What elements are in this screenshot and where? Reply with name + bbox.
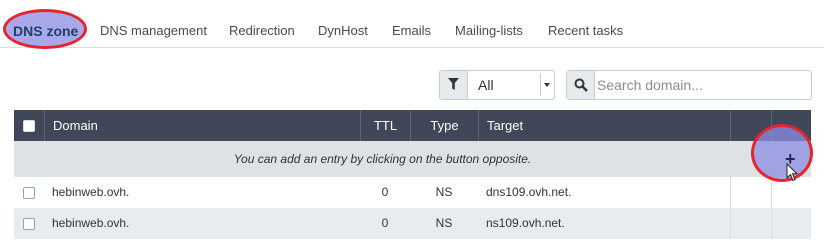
add-entry-hint: You can add an entry by clicking on the … <box>233 152 532 166</box>
tab-label: DNS zone <box>13 23 79 39</box>
tab-dns-management[interactable]: DNS management <box>100 14 207 48</box>
tab-mailing-lists[interactable]: Mailing-lists <box>455 14 523 48</box>
table-row: hebinweb.ovh. 0 NS dns109.ovh.net. <box>14 177 811 208</box>
column-divider <box>730 208 731 239</box>
row-type: NS <box>435 185 453 199</box>
add-button-highlight-circle <box>751 124 813 182</box>
mouse-cursor-icon <box>786 163 798 182</box>
search-box <box>566 70 812 100</box>
filter-selected-value: All <box>478 77 494 93</box>
column-header-domain[interactable]: Domain <box>44 110 360 141</box>
column-divider <box>771 208 772 239</box>
search-icon <box>567 71 595 99</box>
funnel-icon <box>440 71 468 99</box>
row-type: NS <box>435 216 453 230</box>
row-ttl: 0 <box>381 216 389 230</box>
column-header-target[interactable]: Target <box>478 110 730 141</box>
tab-emails[interactable]: Emails <box>392 14 431 48</box>
add-entry-info-row: You can add an entry by clicking on the … <box>14 141 811 177</box>
row-ttl: 0 <box>381 185 389 199</box>
row-target: dns109.ovh.net. <box>486 185 572 199</box>
row-domain: hebinweb.ovh. <box>52 185 130 199</box>
search-input[interactable] <box>597 73 807 97</box>
column-header-type[interactable]: Type <box>410 110 478 141</box>
tab-recent-tasks[interactable]: Recent tasks <box>548 14 623 48</box>
row-domain: hebinweb.ovh. <box>52 216 130 230</box>
table-row: hebinweb.ovh. 0 NS ns109.ovh.net. <box>14 208 811 239</box>
tab-dns-zone[interactable]: DNS zone <box>4 12 86 49</box>
row-target: ns109.ovh.net. <box>486 216 565 230</box>
tab-redirection[interactable]: Redirection <box>229 14 295 48</box>
column-header-ttl[interactable]: TTL <box>360 110 410 141</box>
tab-bar: DNS zone DNS management Redirection DynH… <box>0 0 824 49</box>
select-all-cell <box>14 110 44 141</box>
select-all-checkbox[interactable] <box>23 120 35 132</box>
table-header: Domain TTL Type Target <box>14 110 811 141</box>
column-divider <box>730 177 731 208</box>
row-checkbox[interactable] <box>23 187 35 199</box>
tab-dynhost[interactable]: DynHost <box>318 14 368 48</box>
column-divider <box>771 177 772 208</box>
type-filter-select[interactable]: All <box>439 70 555 100</box>
chevron-down-icon[interactable] <box>540 74 552 96</box>
row-checkbox[interactable] <box>23 218 35 230</box>
